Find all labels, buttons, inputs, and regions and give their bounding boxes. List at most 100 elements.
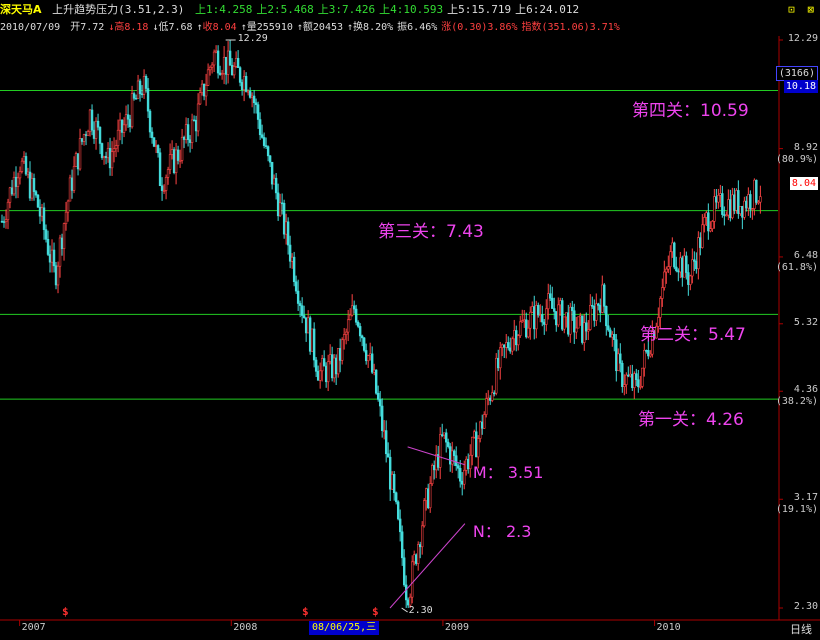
level-label-4: 第一关：4.26: [638, 410, 744, 431]
candle-body: [416, 544, 420, 564]
candle-body: [481, 421, 484, 429]
candle-body: [318, 370, 322, 381]
candle-body: [729, 199, 732, 219]
candle-body: [649, 353, 652, 357]
candle-body: [98, 126, 102, 144]
date-label: 2010: [656, 622, 681, 633]
y-tick-label: 8.92: [793, 141, 818, 153]
candle-body: [747, 194, 750, 209]
candle-body: [140, 93, 144, 96]
candle-body: [184, 124, 188, 140]
candle-body: [647, 350, 650, 357]
candle-body: [248, 90, 252, 98]
candle-body: [132, 93, 136, 99]
candle-body: [609, 329, 612, 338]
candle-body: [473, 431, 476, 438]
candle-body: [186, 124, 190, 140]
candle-body: [751, 208, 754, 210]
candle-body: [455, 455, 458, 467]
candle-body: [467, 458, 470, 470]
candle-body: [244, 76, 248, 92]
candle-body: [62, 223, 66, 249]
candle-body: [254, 102, 258, 105]
candle-body: [50, 249, 54, 263]
candle-body: [286, 221, 290, 246]
candle-body: [441, 434, 444, 436]
candle-body: [759, 196, 762, 203]
candle-body: [677, 270, 680, 273]
candle-body: [739, 206, 742, 214]
candle-body: [246, 90, 250, 93]
candle-body: [368, 353, 372, 356]
candle-body: [737, 190, 740, 214]
candle-body: [673, 242, 676, 268]
candle-body: [471, 436, 474, 456]
candle-body: [753, 179, 756, 209]
candle-body: [294, 281, 298, 292]
candle-body: [176, 149, 180, 161]
candle-body: [252, 95, 256, 104]
candle-body: [250, 95, 254, 98]
candle-body: [110, 151, 114, 169]
candle-body: [100, 143, 104, 158]
candle-body: [200, 83, 204, 93]
candle-body: [266, 146, 270, 157]
candle-body: [348, 314, 352, 321]
date-cursor[interactable]: 08/06/25,三: [309, 621, 380, 635]
candle-body: [601, 284, 604, 313]
candle-body: [342, 334, 346, 341]
date-label: 2009: [444, 622, 469, 633]
candle-body: [633, 373, 636, 389]
candle-body: [14, 176, 18, 187]
level-label-3: 第二关：5.47: [640, 325, 746, 346]
candle-body: [192, 119, 196, 122]
candle-body: [288, 244, 292, 262]
candle-body: [627, 374, 630, 377]
candle-body: [749, 194, 752, 210]
candle-body: [24, 156, 28, 175]
candle-body: [475, 431, 478, 458]
candle-body: [228, 50, 232, 66]
candle-body: [222, 56, 226, 74]
candle-body: [545, 308, 548, 325]
candle-body: [30, 178, 34, 199]
candle-body: [410, 561, 414, 598]
candle-body: [314, 359, 318, 372]
candle-body: [527, 327, 530, 338]
y-tick-label: 12.29: [787, 33, 818, 44]
candle-body: [198, 92, 202, 105]
level-label-2: 第三关：7.43: [378, 221, 484, 242]
candle-body: [661, 287, 664, 299]
period-selector[interactable]: 日线: [790, 621, 812, 637]
candle-body: [46, 239, 50, 255]
candle-body: [152, 137, 156, 147]
marker-count: (3166): [775, 66, 818, 82]
candle-body: [483, 414, 486, 429]
candle-body: [423, 500, 426, 527]
candle-body: [34, 191, 38, 196]
candle-body: [56, 265, 60, 286]
candle-body: [709, 228, 712, 232]
candle-body: [128, 118, 132, 128]
candle-body: [116, 129, 120, 146]
candle-body: [577, 316, 580, 329]
candle-body: [727, 199, 730, 216]
candle-body: [535, 305, 538, 330]
level-label-1: 第四关：10.59: [632, 101, 749, 122]
y-tick-label: 5.32: [793, 316, 818, 328]
candle-body: [487, 397, 490, 400]
candle-body: [276, 192, 280, 217]
candle-body: [589, 305, 592, 330]
candle-body: [296, 290, 300, 304]
candle-body: [549, 293, 552, 299]
candle-body: [465, 458, 468, 471]
candle-body: [158, 152, 162, 187]
candle-body: [256, 104, 260, 120]
candle-body: [316, 371, 320, 381]
candle-body: [112, 148, 116, 153]
candle-body: [745, 200, 748, 209]
candle-body: [501, 344, 504, 348]
candle-body: [565, 312, 568, 318]
candle-body: [262, 137, 266, 146]
candle-body: [166, 169, 170, 178]
